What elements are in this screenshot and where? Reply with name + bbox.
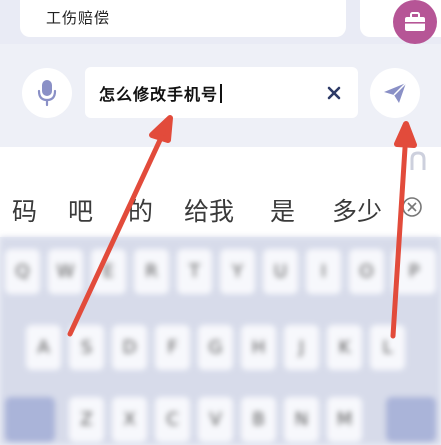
candidate-item[interactable]: 给我: [184, 192, 234, 228]
keyboard-key[interactable]: S: [69, 325, 104, 370]
candidate-item[interactable]: 多少: [332, 192, 382, 228]
keyboard-key[interactable]: B: [241, 397, 276, 442]
keyboard-key[interactable]: V: [198, 397, 233, 442]
search-input[interactable]: 怎么修改手机号: [85, 67, 358, 118]
paper-plane-icon: [384, 82, 407, 103]
keyboard-key[interactable]: C: [155, 397, 190, 442]
close-icon[interactable]: [323, 82, 345, 104]
keyboard-toggle-icon[interactable]: [408, 150, 428, 174]
keyboard-key[interactable]: Z: [69, 397, 104, 442]
candidate-item[interactable]: 的: [128, 192, 153, 228]
candidate-item[interactable]: 吧: [68, 192, 93, 228]
briefcase-icon[interactable]: [393, 0, 437, 44]
keyboard-key[interactable]: K: [327, 325, 362, 370]
keyboard-key[interactable]: A: [26, 325, 61, 370]
shift-key[interactable]: [5, 397, 55, 442]
microphone-icon: [37, 80, 57, 107]
backspace-key[interactable]: [386, 397, 436, 442]
keyboard-key[interactable]: T: [177, 249, 212, 294]
candidate-item[interactable]: 码: [12, 192, 37, 228]
keyboard-key[interactable]: H: [241, 325, 276, 370]
keyboard-key[interactable]: O: [349, 249, 384, 294]
keyboard-key[interactable]: D: [112, 325, 147, 370]
keyboard-key[interactable]: G: [198, 325, 233, 370]
text-caret: [220, 84, 222, 103]
candidate-item[interactable]: 是: [270, 192, 295, 228]
keyboard-key[interactable]: R: [134, 249, 169, 294]
topic-card-label: 工伤赔偿: [46, 9, 111, 27]
search-input-text: 怎么修改手机号: [99, 81, 222, 105]
voice-input-button[interactable]: [22, 68, 72, 118]
candidate-bar: 码 吧 的 给我 是 多少: [0, 177, 441, 237]
keyboard-key[interactable]: I: [306, 249, 341, 294]
keyboard: Q W E R T Y U I O P A S D F G H J K L Z …: [0, 237, 441, 445]
keyboard-key[interactable]: F: [155, 325, 190, 370]
keyboard-key[interactable]: W: [48, 249, 83, 294]
suggestion-area: [0, 147, 441, 177]
keyboard-key[interactable]: X: [112, 397, 147, 442]
keyboard-key[interactable]: J: [284, 325, 319, 370]
send-button[interactable]: [370, 68, 420, 118]
circle-close-icon[interactable]: [401, 196, 423, 218]
keyboard-key[interactable]: M: [327, 397, 362, 442]
keyboard-key[interactable]: N: [284, 397, 319, 442]
keyboard-key[interactable]: Y: [220, 249, 255, 294]
keyboard-key[interactable]: U: [263, 249, 298, 294]
keyboard-key[interactable]: P: [392, 249, 436, 294]
topic-card[interactable]: 工伤赔偿: [20, 0, 346, 37]
keyboard-key[interactable]: E: [91, 249, 126, 294]
keyboard-key[interactable]: Q: [5, 249, 40, 294]
keyboard-key[interactable]: L: [370, 325, 405, 370]
